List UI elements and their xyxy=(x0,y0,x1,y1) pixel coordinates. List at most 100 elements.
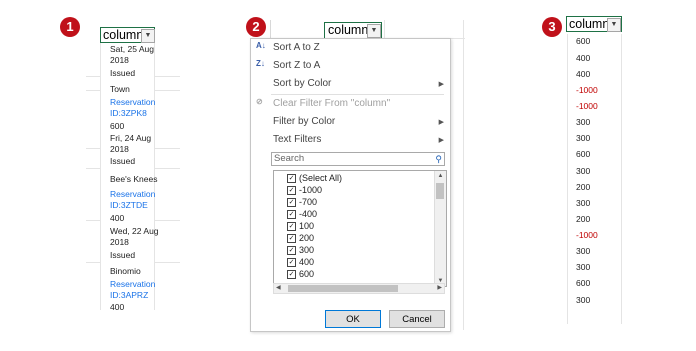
cell-value: 400 xyxy=(576,53,591,63)
grid-line xyxy=(154,220,180,221)
menu-item-sort-za[interactable]: Sort Z to A xyxy=(273,60,320,71)
cell-link[interactable]: Reservation xyxy=(110,97,155,107)
scroll-right-icon[interactable]: ▶ xyxy=(437,284,442,293)
scrollbar-thumb[interactable] xyxy=(436,183,444,199)
cell-link[interactable]: ID:3ZPK8 xyxy=(110,108,147,118)
cell-value: 300 xyxy=(576,198,591,208)
checkbox-checked-icon[interactable]: ✓ xyxy=(287,186,296,196)
list-item[interactable]: ✓ 200 xyxy=(287,232,314,244)
cell-value: -1000 xyxy=(576,101,598,111)
grid-line xyxy=(86,168,100,169)
list-item[interactable]: ✓ -700 xyxy=(287,196,317,208)
list-item[interactable]: ✓ 600 xyxy=(287,268,314,280)
cell-text: 2018 xyxy=(110,55,129,65)
checkbox-checked-icon[interactable]: ✓ xyxy=(287,174,296,184)
vertical-scrollbar[interactable]: ▲ ▼ xyxy=(434,171,446,286)
cell-text: 400 xyxy=(110,302,125,312)
scroll-up-icon[interactable]: ▲ xyxy=(435,171,446,181)
grid-line xyxy=(154,262,180,263)
search-input[interactable]: Search ⚲ xyxy=(271,152,445,166)
horizontal-scrollbar[interactable]: ◀ ▶ xyxy=(273,283,445,294)
cell-text: Fri, 24 Aug xyxy=(110,133,152,143)
list-item-label: (Select All) xyxy=(299,173,343,183)
autofilter-menu: A↓ Sort A to Z Z↓ Sort Z to A Sort by Co… xyxy=(250,38,451,332)
cell-text: Wed, 22 Aug xyxy=(110,226,159,236)
list-item-label: 400 xyxy=(299,257,315,267)
menu-item-filter-by-color[interactable]: Filter by Color xyxy=(273,116,335,127)
checkbox-checked-icon[interactable]: ✓ xyxy=(287,234,296,244)
cell-text: 2018 xyxy=(110,144,129,154)
list-item[interactable]: ✓ (Select All) xyxy=(287,172,342,184)
checkbox-checked-icon[interactable]: ✓ xyxy=(287,246,296,256)
checkbox-checked-icon[interactable]: ✓ xyxy=(287,270,296,280)
list-item[interactable]: ✓ 400 xyxy=(287,256,314,268)
list-item-label: -400 xyxy=(299,209,318,219)
grid-line xyxy=(154,168,180,169)
column-header[interactable]: column ▼ xyxy=(566,16,622,32)
search-icon: ⚲ xyxy=(435,154,442,164)
cell-text: Issued xyxy=(110,156,136,166)
cell-link[interactable]: ID:3APRZ xyxy=(110,290,148,300)
cell-value: 200 xyxy=(576,182,591,192)
cell-value: 600 xyxy=(576,36,591,46)
checkbox-checked-icon[interactable]: ✓ xyxy=(287,210,296,220)
grid-line xyxy=(100,38,101,310)
cell-link[interactable]: Reservation xyxy=(110,189,155,199)
list-item-label: 600 xyxy=(299,269,315,279)
cell-link[interactable]: ID:3ZTDE xyxy=(110,200,148,210)
list-item[interactable]: ✓ -1000 xyxy=(287,184,322,196)
cancel-button[interactable]: Cancel xyxy=(389,310,445,328)
cell-text: 2018 xyxy=(110,237,129,247)
menu-item-clear-filter: Clear Filter From "column" xyxy=(273,98,391,109)
scrollbar-thumb[interactable] xyxy=(288,285,398,292)
cell-text: Town xyxy=(110,84,130,94)
filter-dropdown-button[interactable]: ▼ xyxy=(141,29,155,43)
menu-item-text-filters[interactable]: Text Filters xyxy=(273,134,321,145)
sort-ascending-icon: A↓ xyxy=(256,41,266,50)
filter-applied-icon[interactable]: ▼ xyxy=(607,18,621,32)
step-badge-1: 1 xyxy=(60,17,80,37)
grid-line xyxy=(154,148,180,149)
list-item[interactable]: ✓ -400 xyxy=(287,208,317,220)
cell-text: 600 xyxy=(110,121,125,131)
grid-line xyxy=(463,20,464,330)
menu-item-sort-by-color[interactable]: Sort by Color xyxy=(273,78,331,89)
checkbox-checked-icon[interactable]: ✓ xyxy=(287,222,296,232)
cell-text: Sat, 25 Aug xyxy=(110,44,154,54)
cell-value: -1000 xyxy=(576,85,598,95)
cell-value: -1000 xyxy=(576,230,598,240)
list-item[interactable]: ✓ 300 xyxy=(287,244,314,256)
column-header-label: column xyxy=(569,17,610,31)
grid-line xyxy=(86,220,100,221)
cell-value: 300 xyxy=(576,133,591,143)
grid-line xyxy=(86,76,100,77)
grid-line xyxy=(86,262,100,263)
list-item-label: 300 xyxy=(299,245,315,255)
ok-button[interactable]: OK xyxy=(325,310,381,328)
cell-link[interactable]: Reservation xyxy=(110,279,155,289)
cell-value: 300 xyxy=(576,246,591,256)
cell-value: 300 xyxy=(576,117,591,127)
cell-value: 400 xyxy=(576,69,591,79)
cell-value: 600 xyxy=(576,278,591,288)
menu-separator xyxy=(271,94,444,95)
cell-value: 600 xyxy=(576,149,591,159)
submenu-arrow-icon: ▶ xyxy=(438,119,444,126)
checkbox-checked-icon[interactable]: ✓ xyxy=(287,258,296,268)
cell-text: 400 xyxy=(110,213,125,223)
scroll-left-icon[interactable]: ◀ xyxy=(276,284,281,293)
column-header[interactable]: column ▼ xyxy=(324,22,382,39)
menu-item-sort-az[interactable]: Sort A to Z xyxy=(273,42,320,53)
grid-line xyxy=(621,34,622,324)
grid-line xyxy=(86,90,100,91)
checkbox-checked-icon[interactable]: ✓ xyxy=(287,198,296,208)
clear-filter-icon: ⊘ xyxy=(256,97,263,106)
step-badge-2: 2 xyxy=(246,17,266,37)
filter-values-list[interactable]: ✓ (Select All) ✓ -1000 ✓ -700 ✓ -400 ✓ 100 ✓ 2… xyxy=(273,170,447,287)
list-item[interactable]: ✓ 100 xyxy=(287,220,314,232)
step-badge-3: 3 xyxy=(542,17,562,37)
filter-dropdown-button[interactable]: ▼ xyxy=(367,24,381,38)
column-header[interactable]: column ▼ xyxy=(100,27,155,43)
submenu-arrow-icon: ▶ xyxy=(438,81,444,88)
submenu-arrow-icon: ▶ xyxy=(438,137,444,144)
